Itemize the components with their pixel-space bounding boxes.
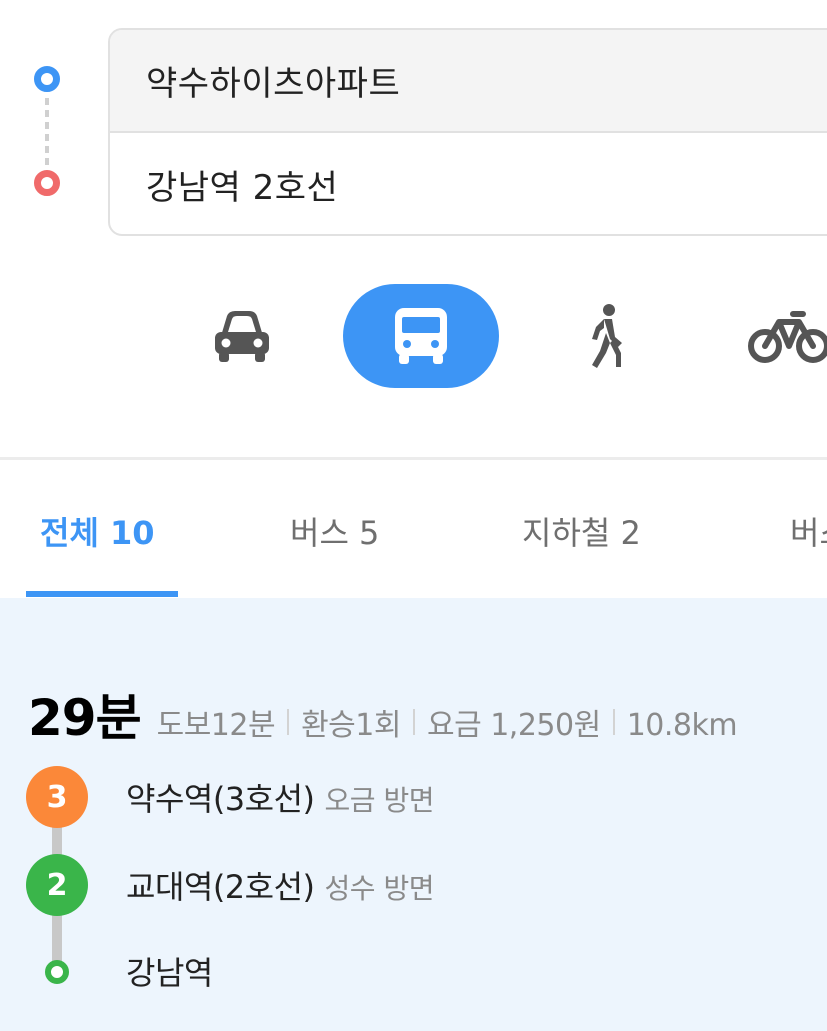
tab-bus-subway[interactable]: 버스: [790, 508, 827, 554]
route-step: 강남역: [126, 948, 213, 994]
origin-dot-icon: [34, 66, 60, 92]
walk-mode-button[interactable]: [568, 284, 644, 388]
route-step: 약수역(3호선) 오금 방면: [126, 774, 434, 820]
route-dashed-line: [45, 98, 49, 168]
active-tab-indicator: [26, 591, 178, 597]
bike-mode-button[interactable]: [740, 284, 827, 388]
car-icon: [215, 311, 269, 362]
separator: [612, 709, 615, 735]
transport-mode-selector: [0, 284, 827, 388]
route-summary: 29분 도보12분 환승1회 요금 1,250원 10.8km: [28, 678, 738, 750]
tab-subway[interactable]: 지하철 2: [522, 508, 641, 554]
route-result-card[interactable]: 29분 도보12분 환승1회 요금 1,250원 10.8km 3 약수역(3호…: [0, 598, 827, 1031]
transfer-count: 환승1회: [301, 708, 401, 743]
walk-icon: [592, 304, 622, 368]
station-name: 강남역: [126, 954, 213, 992]
tab-all[interactable]: 전체 10: [40, 508, 155, 554]
direction-text: 성수 방면: [324, 872, 435, 905]
route-inputs: 약수하이츠아파트 강남역 2호선: [108, 28, 827, 236]
fare: 요금 1,250원: [426, 708, 601, 743]
car-mode-button[interactable]: [200, 284, 284, 388]
line-2-badge: 2: [26, 854, 88, 916]
separator: [412, 709, 415, 735]
separator: [287, 709, 290, 735]
route-indicator: [30, 62, 64, 202]
line-3-badge: 3: [26, 766, 88, 828]
transit-mode-button[interactable]: [343, 284, 499, 388]
distance: 10.8km: [626, 708, 738, 743]
total-duration: 29분: [28, 689, 142, 747]
origin-input[interactable]: 약수하이츠아파트: [110, 30, 827, 133]
route-steps: 3 약수역(3호선) 오금 방면 2 교대역(2호선) 성수 방면 강남역: [26, 766, 806, 1006]
destination-input[interactable]: 강남역 2호선: [110, 133, 827, 234]
destination-dot-icon: [34, 170, 60, 196]
destination-marker-icon: [45, 960, 69, 984]
bike-icon: [748, 311, 827, 363]
route-step: 교대역(2호선) 성수 방면: [126, 862, 434, 908]
bus-icon: [395, 308, 447, 364]
station-name: 교대역(2호선): [126, 868, 315, 906]
walk-time: 도보12분: [156, 708, 276, 743]
route-type-tabs: 전체 10 버스 5 지하철 2 버스: [0, 460, 827, 598]
station-name: 약수역(3호선): [126, 780, 315, 818]
tab-bus[interactable]: 버스 5: [290, 508, 379, 554]
direction-text: 오금 방면: [324, 784, 435, 817]
